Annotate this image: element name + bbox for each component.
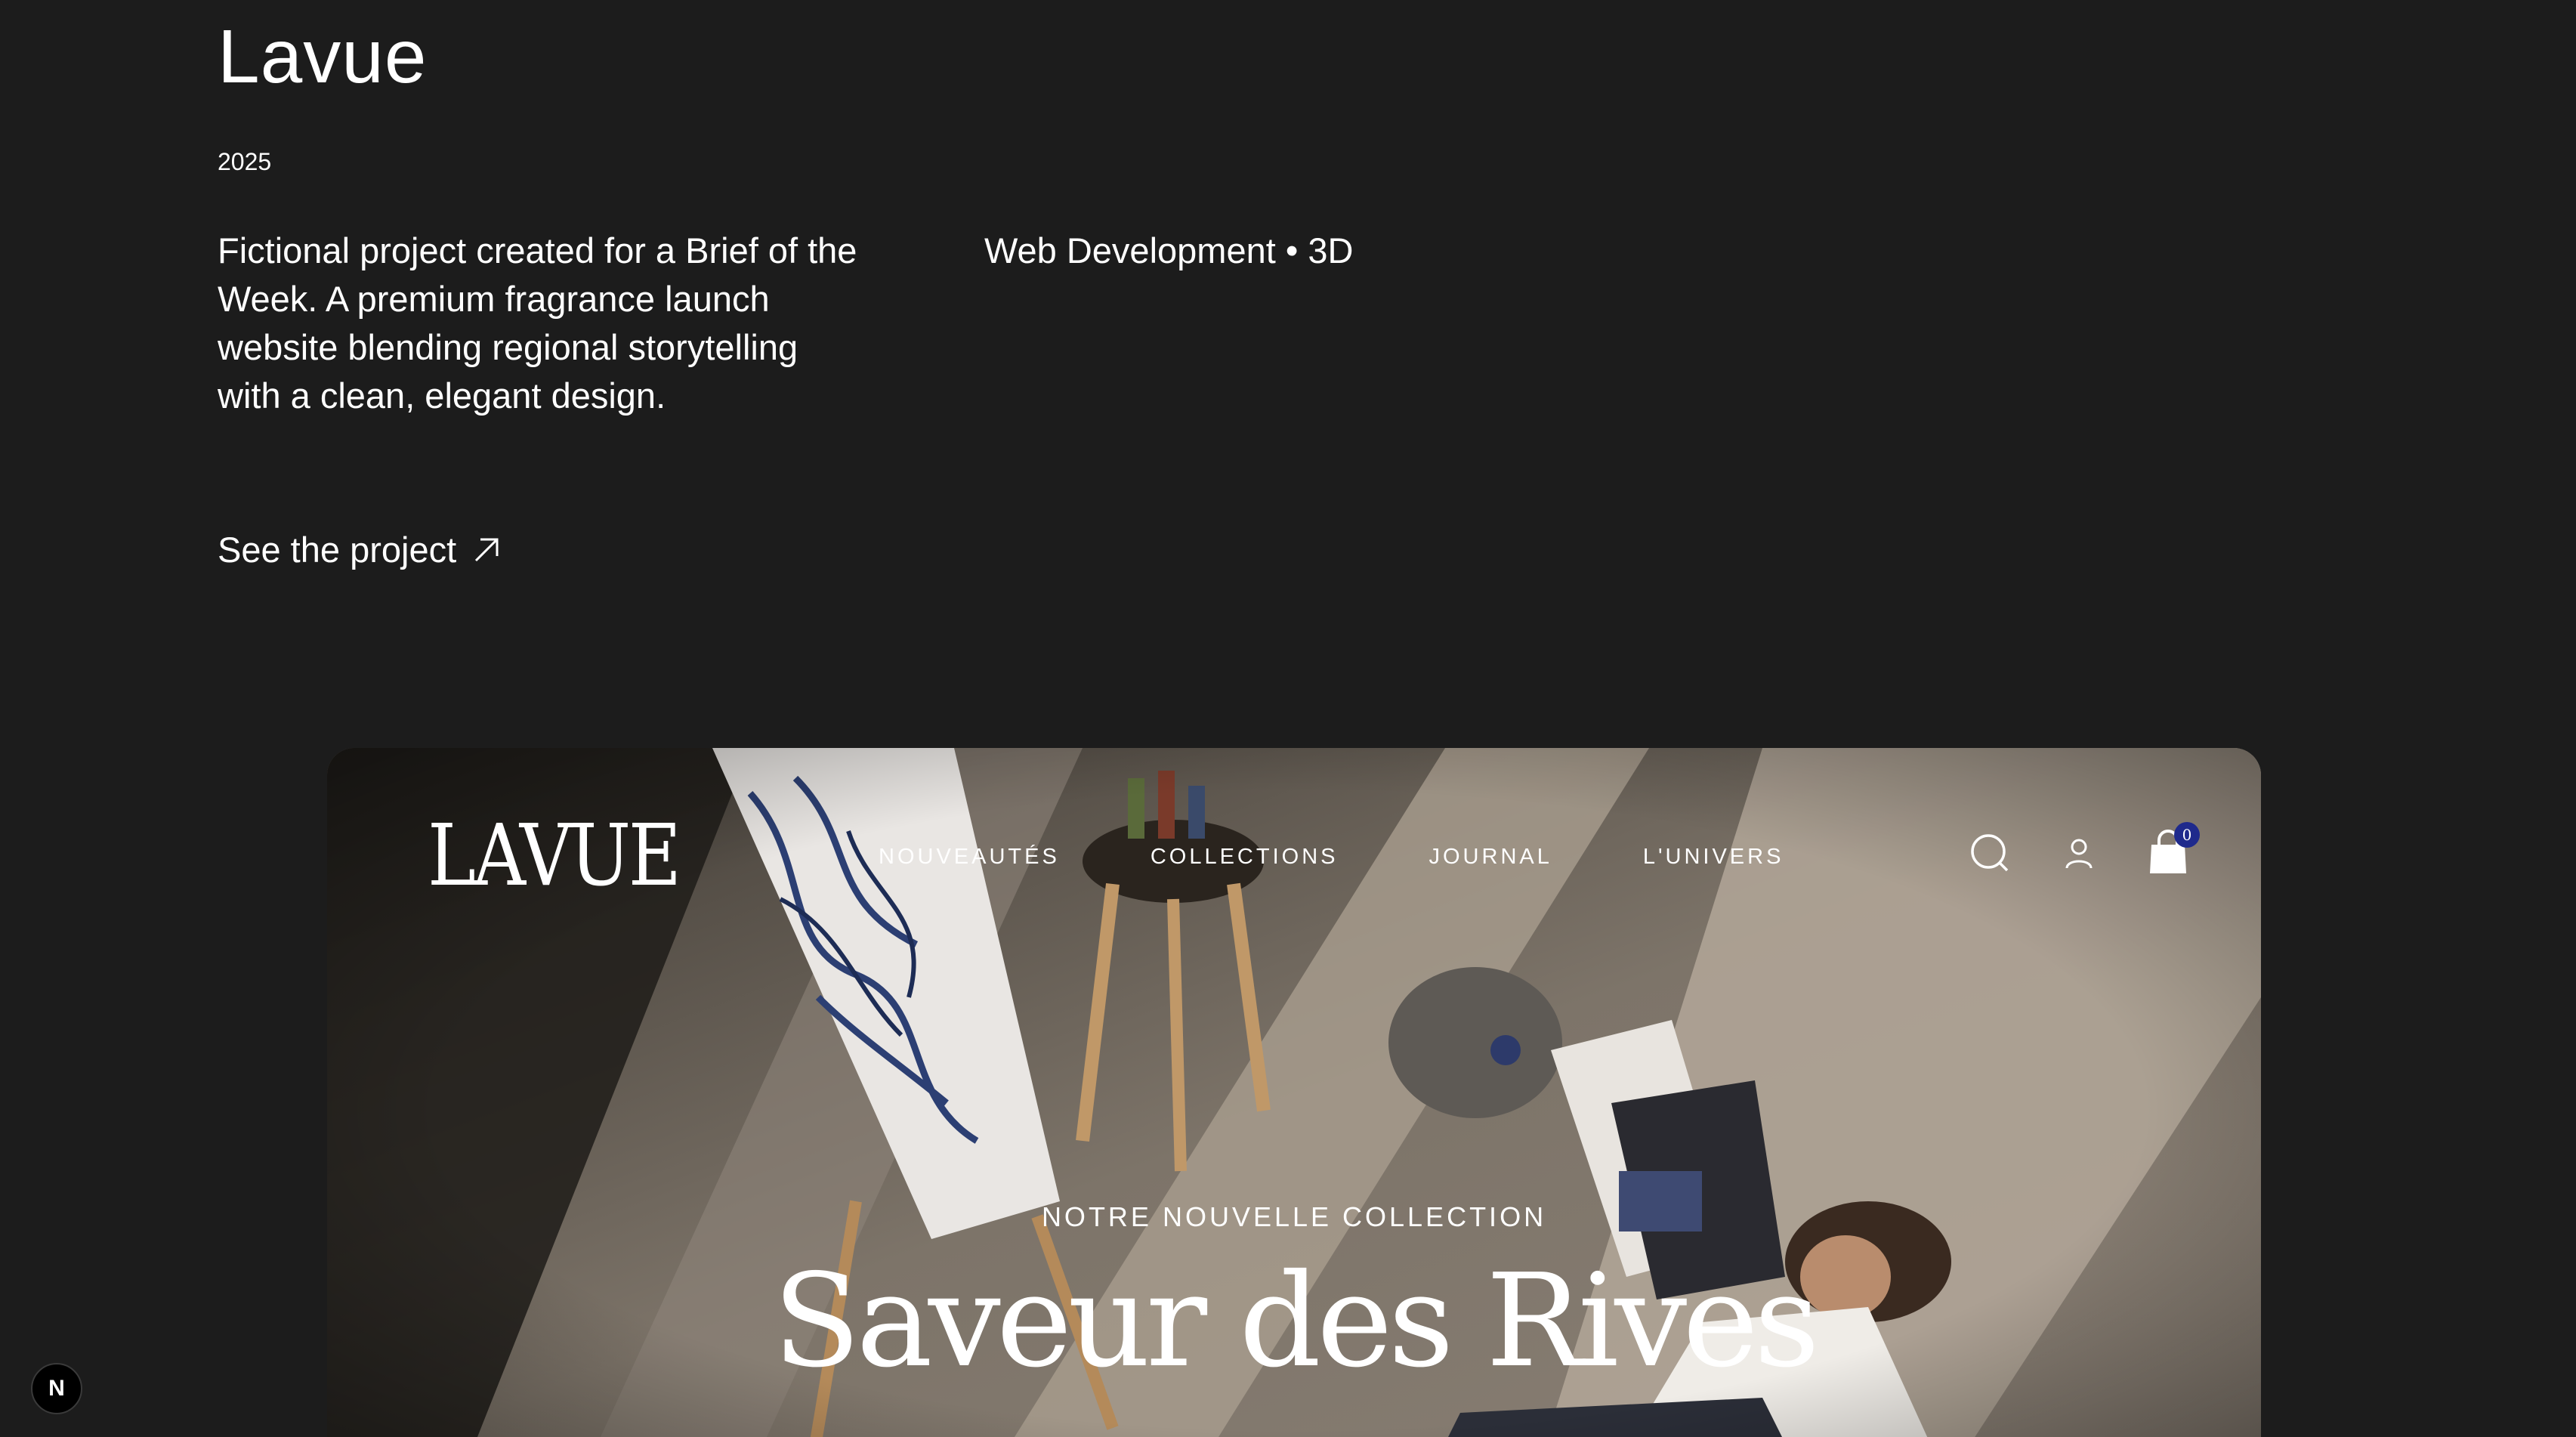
preview-brand-logo[interactable]: LAVUE [428,807,681,905]
see-project-label: See the project [218,530,457,570]
nav-item-collections[interactable]: COLLECTIONS [1151,845,1339,870]
preview-kicker: NOTRE NOUVELLE COLLECTION [1041,1201,1547,1232]
project-title: Lavue [218,14,428,99]
project-year: 2025 [218,148,272,175]
preview-nav: NOUVEAUTÉS COLLECTIONS JOURNAL L'UNIVERS [879,845,1784,870]
preview-header-icons: 0 [1969,822,2200,876]
project-description: Fictional project created for a Brief of… [218,230,857,416]
project-page: Lavue 2025 Fictional project created for… [0,0,2576,1437]
nav-item-univers[interactable]: L'UNIVERS [1643,845,1784,870]
website-preview[interactable]: LAVUE NOUVEAUTÉS COLLECTIONS JOURNAL L'U… [327,748,2261,1437]
user-icon[interactable] [2064,836,2094,870]
see-project-link[interactable]: See the project [218,529,502,570]
arrow-up-right-icon [475,538,499,561]
preview-hero-title: Saveur des Rives [772,1247,1820,1396]
cart-count-badge: 0 [2174,822,2200,848]
nav-item-nouveautes[interactable]: NOUVEAUTÉS [879,845,1060,870]
dev-tools-badge[interactable]: N [31,1363,82,1414]
nav-item-journal[interactable]: JOURNAL [1429,845,1552,870]
shopping-bag-icon[interactable]: 0 [2147,822,2200,876]
project-tags: Web Development • 3D [984,230,1354,270]
search-icon[interactable] [1969,832,2011,874]
